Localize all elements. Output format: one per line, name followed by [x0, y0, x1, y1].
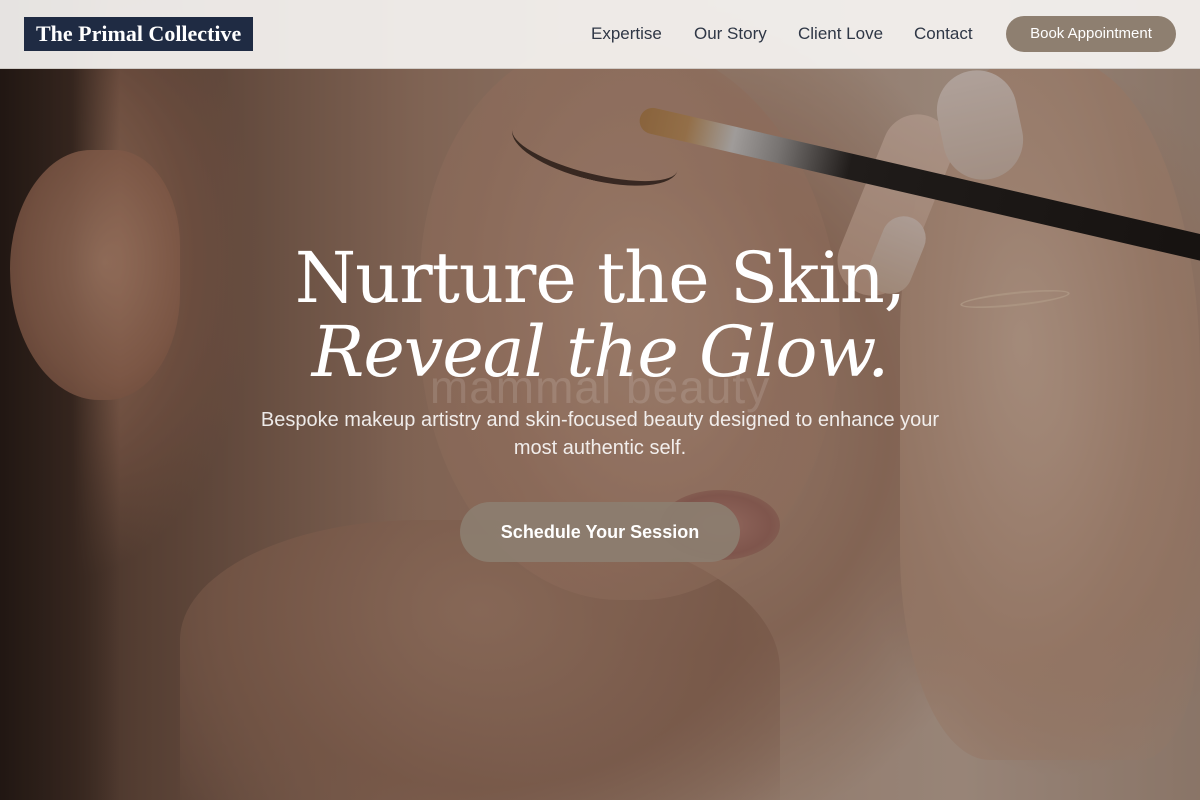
hero-subtitle: Bespoke makeup artistry and skin-focused… [260, 409, 940, 459]
nav-link-client-love[interactable]: Client Love [798, 24, 883, 44]
book-appointment-button[interactable]: Book Appointment [1006, 16, 1176, 52]
nav-link-our-story[interactable]: Our Story [694, 24, 767, 44]
nav-link-contact[interactable]: Contact [914, 24, 973, 44]
nav-link-expertise[interactable]: Expertise [591, 24, 662, 44]
site-logo[interactable]: The Primal Collective [24, 17, 254, 51]
hero-title-line-2: Reveal the Glow. [311, 311, 890, 393]
hero-title-line-1: Nurture the Skin, [294, 237, 906, 319]
schedule-session-button[interactable]: Schedule Your Session [460, 502, 740, 562]
site-header: The Primal Collective Expertise Our Stor… [0, 0, 1200, 69]
